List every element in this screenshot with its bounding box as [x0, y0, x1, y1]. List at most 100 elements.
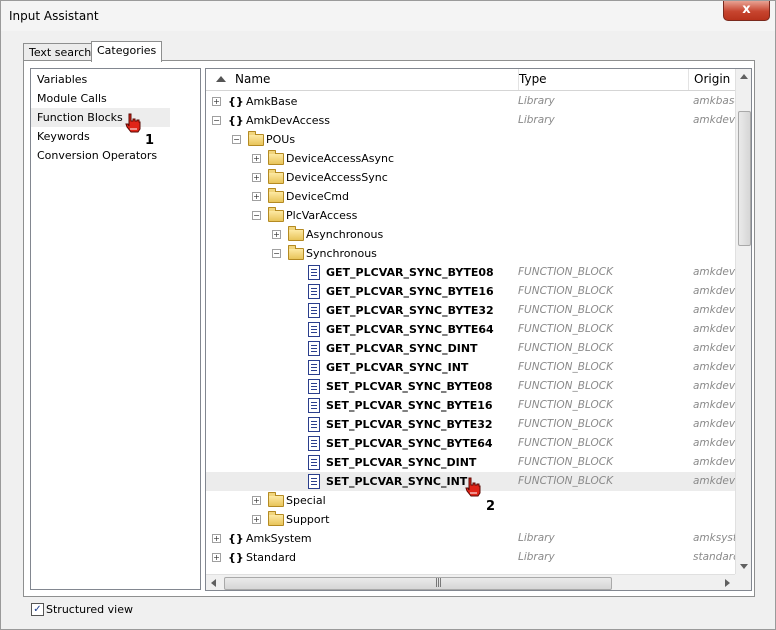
category-list: Variables Module Calls Function Blocks K…: [30, 68, 201, 590]
tree-item-type: FUNCTION_BLOCK: [518, 285, 614, 297]
horizontal-scrollbar[interactable]: |||: [206, 574, 735, 590]
column-type-header[interactable]: Type: [513, 69, 689, 90]
column-name-header[interactable]: Name: [206, 69, 519, 90]
scroll-up-icon[interactable]: [740, 74, 748, 79]
tree-row[interactable]: SET_PLCVAR_SYNC_BYTE32 FUNCTION_BLOCK amkd…: [206, 415, 735, 434]
category-function-blocks[interactable]: Function Blocks: [31, 108, 170, 127]
tree-item-label: SET_PLCVAR_SYNC_BYTE64: [326, 437, 493, 450]
expand-icon[interactable]: +: [272, 230, 281, 239]
tree-item-type: FUNCTION_BLOCK: [518, 380, 614, 392]
tree-item-origin: amkdeva: [693, 304, 735, 316]
tree-row[interactable]: SET_PLCVAR_SYNC_BYTE64 FUNCTION_BLOCK amkd…: [206, 434, 735, 453]
tree-item-label: GET_PLCVAR_SYNC_BYTE08: [326, 266, 494, 279]
tree-row[interactable]: + DeviceAccessAsync: [206, 149, 735, 168]
tree-row[interactable]: GET_PLCVAR_SYNC_DINT FUNCTION_BLOCK amkdev…: [206, 339, 735, 358]
scroll-down-icon[interactable]: [740, 564, 748, 569]
horizontal-scroll-thumb[interactable]: |||: [224, 577, 612, 590]
tree-item-label: Asynchronous: [306, 228, 384, 241]
tree-item-label: Synchronous: [306, 247, 377, 260]
tree-row[interactable]: GET_PLCVAR_SYNC_INT FUNCTION_BLOCK amkdeva: [206, 358, 735, 377]
collapse-icon[interactable]: −: [232, 135, 241, 144]
title-bar[interactable]: Input Assistant x: [1, 1, 775, 31]
tree-item-origin: amkdeva: [693, 361, 735, 373]
tree-item-label: DeviceAccessSync: [286, 171, 388, 184]
tree-row[interactable]: − PlcVarAccess: [206, 206, 735, 225]
tab-categories[interactable]: Categories: [91, 41, 163, 62]
tree-item-origin: amkdeva: [693, 418, 735, 430]
expand-icon[interactable]: +: [252, 154, 261, 163]
vertical-scroll-thumb[interactable]: [738, 111, 751, 246]
expand-icon[interactable]: +: [252, 173, 261, 182]
tree-item-origin: amkdeva: [693, 266, 735, 278]
structured-view-checkbox[interactable]: ✓: [31, 603, 44, 616]
function-block-icon: [308, 322, 320, 337]
folder-icon: [268, 492, 284, 507]
category-conversion-operators[interactable]: Conversion Operators: [31, 146, 170, 165]
expand-icon[interactable]: +: [212, 553, 221, 562]
tree-item-label: GET_PLCVAR_SYNC_BYTE16: [326, 285, 494, 298]
tree-row[interactable]: + {}Standard Library standard: [206, 548, 735, 567]
tree-item-type: FUNCTION_BLOCK: [518, 456, 614, 468]
tree-row[interactable]: SET_PLCVAR_SYNC_BYTE08 FUNCTION_BLOCK amkd…: [206, 377, 735, 396]
tree-row[interactable]: GET_PLCVAR_SYNC_BYTE32 FUNCTION_BLOCK amkd…: [206, 301, 735, 320]
scroll-left-icon[interactable]: [211, 579, 216, 587]
tree-row[interactable]: SET_PLCVAR_SYNC_DINT FUNCTION_BLOCK amkdev…: [206, 453, 735, 472]
tree-row[interactable]: − Synchronous: [206, 244, 735, 263]
tree-row[interactable]: + Support: [206, 510, 735, 529]
expand-icon[interactable]: +: [252, 515, 261, 524]
folder-icon: [268, 188, 284, 203]
tree-item-origin: amkdeva: [693, 456, 735, 468]
tree-item-origin: amkdeva: [693, 475, 735, 487]
category-module-calls[interactable]: Module Calls: [31, 89, 170, 108]
tree-row[interactable]: + DeviceAccessSync: [206, 168, 735, 187]
column-name-label: Name: [235, 72, 271, 86]
tree-row[interactable]: + {}AmkBase Library amkbase: [206, 92, 735, 111]
library-icon: {}: [228, 95, 244, 108]
tree-row[interactable]: GET_PLCVAR_SYNC_BYTE16 FUNCTION_BLOCK amkd…: [206, 282, 735, 301]
tree-item-label: SET_PLCVAR_SYNC_DINT: [326, 456, 477, 469]
close-button[interactable]: x: [723, 1, 770, 21]
window-title: Input Assistant: [9, 9, 99, 23]
category-variables[interactable]: Variables: [31, 70, 170, 89]
collapse-icon[interactable]: −: [252, 211, 261, 220]
scroll-right-icon[interactable]: [725, 579, 730, 587]
tree-item-origin: amkdeva: [693, 323, 735, 335]
tree-item-label: GET_PLCVAR_SYNC_BYTE32: [326, 304, 494, 317]
collapse-icon[interactable]: −: [272, 249, 281, 258]
tree-row[interactable]: GET_PLCVAR_SYNC_BYTE64 FUNCTION_BLOCK amkd…: [206, 320, 735, 339]
column-header: Name Type Origin: [206, 69, 735, 91]
tree-row[interactable]: + DeviceCmd: [206, 187, 735, 206]
vertical-scrollbar[interactable]: [735, 69, 751, 574]
tab-text-search[interactable]: Text search: [23, 43, 98, 61]
tree-row[interactable]: SET_PLCVAR_SYNC_BYTE16 FUNCTION_BLOCK amkd…: [206, 396, 735, 415]
tree-item-label: POUs: [266, 133, 296, 146]
hand-pointer-icon: [125, 113, 141, 133]
function-block-icon: [308, 398, 320, 413]
tree-item-origin: amkdeva: [693, 285, 735, 297]
tree-item-type: Library: [518, 532, 555, 544]
expand-icon[interactable]: +: [212, 534, 221, 543]
tree-row[interactable]: + Asynchronous: [206, 225, 735, 244]
folder-icon: [268, 511, 284, 526]
tree-item-type: FUNCTION_BLOCK: [518, 399, 614, 411]
expand-icon[interactable]: +: [252, 192, 261, 201]
expand-icon[interactable]: +: [252, 496, 261, 505]
folder-icon: [248, 131, 264, 146]
tree-item-label: Standard: [246, 551, 297, 564]
tree-row[interactable]: + {} AmkSystem Library amksyst: [206, 529, 735, 548]
tree-item-type: FUNCTION_BLOCK: [518, 323, 614, 335]
tree-item-label: Support: [286, 513, 330, 526]
tree-row[interactable]: −{}AmkDevAccess Library amkdeva: [206, 111, 735, 130]
tree-item-type: FUNCTION_BLOCK: [518, 437, 614, 449]
sort-ascending-icon: [216, 76, 226, 82]
function-block-icon: [308, 417, 320, 432]
tree-item-label: SET_PLCVAR_SYNC_BYTE16: [326, 399, 493, 412]
collapse-icon[interactable]: −: [212, 116, 221, 125]
expand-icon[interactable]: +: [212, 97, 221, 106]
column-origin-header[interactable]: Origin: [688, 69, 735, 90]
tree-view[interactable]: Name Type Origin +{} AmkBase Library amkbas…: [205, 68, 752, 591]
tree-item-origin: standard: [693, 551, 735, 563]
tree-item-type: FUNCTION_BLOCK: [518, 304, 614, 316]
tree-row[interactable]: GET_PLCVAR_SYNC_BYTE08 FUNCTION_BLOCK amkd…: [206, 263, 735, 282]
tree-row[interactable]: − POUs: [206, 130, 735, 149]
